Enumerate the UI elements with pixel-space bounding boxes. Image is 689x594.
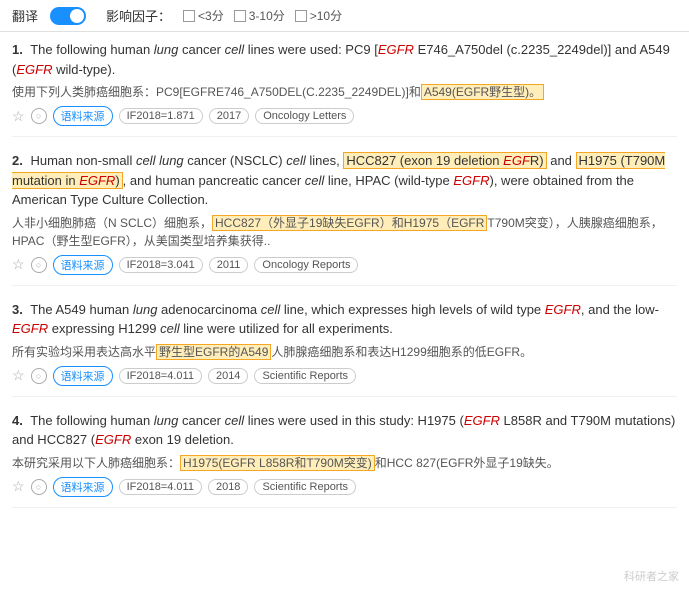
tag-journal-1[interactable]: Oncology Letters bbox=[255, 108, 354, 124]
result-3-tags: ☆ ○ 语料来源 IF2018=4.011 2014 Scientific Re… bbox=[12, 366, 677, 386]
result-3-en: 3. The A549 human lung adenocarcinoma ce… bbox=[12, 300, 677, 339]
egfr-red-4a: EGFR bbox=[464, 413, 500, 428]
toggle-knob bbox=[70, 9, 84, 23]
cell-italic-4: cell bbox=[225, 413, 245, 428]
filter-lt3-label: <3分 bbox=[198, 7, 224, 24]
star-icon-1[interactable]: ☆ bbox=[12, 108, 25, 125]
tag-year-3[interactable]: 2014 bbox=[208, 368, 248, 384]
filter-group: <3分 3-10分 >10分 bbox=[183, 7, 342, 24]
egfr-red-4b: EGFR bbox=[95, 432, 131, 447]
result-2-en: 2. Human non-small cell lung cancer (NSC… bbox=[12, 151, 677, 210]
lung-italic-4: lung bbox=[154, 413, 179, 428]
result-1-number: 1. bbox=[12, 42, 23, 57]
tag-journal-4[interactable]: Scientific Reports bbox=[254, 479, 356, 495]
egfr-red-2b: EGFR bbox=[79, 173, 115, 188]
highlight-2-cn: HCC827（外显子19缺失EGFR）和H1975（EGFR bbox=[212, 215, 487, 231]
cell-italic-2b: cell bbox=[305, 173, 325, 188]
result-item-1: 1. The following human lung cancer cell … bbox=[12, 40, 677, 137]
result-2-cn: 人非小细胞肺癌（N SCLC）细胞系，HCC827（外显子19缺失EGFR）和H… bbox=[12, 214, 677, 250]
star-icon-3[interactable]: ☆ bbox=[12, 367, 25, 384]
star-icon-2[interactable]: ☆ bbox=[12, 256, 25, 273]
tag-source-1[interactable]: 语料来源 bbox=[53, 106, 113, 126]
tag-source-3[interactable]: 语料来源 bbox=[53, 366, 113, 386]
highlight-2-en-a: HCC827 (exon 19 deletion EGFR) bbox=[343, 152, 546, 169]
result-4-tags: ☆ ○ 语料来源 IF2018=4.011 2018 Scientific Re… bbox=[12, 477, 677, 497]
influence-label: 影响因子： bbox=[106, 6, 171, 25]
translate-toggle[interactable] bbox=[50, 7, 86, 25]
watermark: 科研者之家 bbox=[624, 568, 679, 584]
highlight-2-en-b: H1975 (T790M mutation in EGFR) bbox=[12, 152, 665, 189]
highlight-3-cn: 野生型EGFR的A549 bbox=[156, 344, 271, 360]
result-2-number: 2. bbox=[12, 153, 23, 168]
result-4-cn: 本研究采用以下人肺癌细胞系：H1975(EGFR L858R和T790M突变)和… bbox=[12, 454, 677, 472]
translate-label: 翻译 bbox=[12, 6, 38, 25]
tag-if-2[interactable]: IF2018=3.041 bbox=[119, 257, 203, 273]
lung-italic-3: lung bbox=[133, 302, 158, 317]
tag-if-1[interactable]: IF2018=1.871 bbox=[119, 108, 203, 124]
result-1-en: 1. The following human lung cancer cell … bbox=[12, 40, 677, 79]
tag-source-4[interactable]: 语料来源 bbox=[53, 477, 113, 497]
result-item-3: 3. The A549 human lung adenocarcinoma ce… bbox=[12, 300, 677, 397]
tag-if-3[interactable]: IF2018=4.011 bbox=[119, 368, 202, 384]
cell-italic-2: cell bbox=[286, 153, 306, 168]
filter-3-10[interactable]: 3-10分 bbox=[234, 7, 285, 24]
tag-source-2[interactable]: 语料来源 bbox=[53, 255, 113, 275]
circle-icon-2[interactable]: ○ bbox=[31, 257, 47, 273]
egfr-red-3a: EGFR bbox=[545, 302, 581, 317]
filter-lt3-checkbox[interactable] bbox=[183, 10, 195, 22]
highlight-4-cn: H1975(EGFR L858R和T790M突变) bbox=[180, 455, 375, 471]
result-1-cn: 使用下列人类肺癌细胞系：PC9[EGFRE746_A750DEL(C.2235_… bbox=[12, 83, 677, 101]
result-3-number: 3. bbox=[12, 302, 23, 317]
cell-italic-3: cell bbox=[261, 302, 281, 317]
top-bar: 翻译 影响因子： <3分 3-10分 >10分 bbox=[0, 0, 689, 32]
highlight-1-cn: A549(EGFR野生型)。 bbox=[421, 84, 544, 100]
star-icon-4[interactable]: ☆ bbox=[12, 478, 25, 495]
result-1-tags: ☆ ○ 语料来源 IF2018=1.871 2017 Oncology Lett… bbox=[12, 106, 677, 126]
circle-icon-4[interactable]: ○ bbox=[31, 479, 47, 495]
filter-3-10-label: 3-10分 bbox=[249, 7, 285, 24]
result-2-tags: ☆ ○ 语料来源 IF2018=3.041 2011 Oncology Repo… bbox=[12, 255, 677, 275]
lung-italic-1: lung bbox=[154, 42, 179, 57]
tag-year-2[interactable]: 2011 bbox=[209, 257, 249, 273]
tag-journal-3[interactable]: Scientific Reports bbox=[254, 368, 356, 384]
cell-italic-3b: cell bbox=[160, 321, 180, 336]
circle-icon-3[interactable]: ○ bbox=[31, 368, 47, 384]
result-item-4: 4. The following human lung cancer cell … bbox=[12, 411, 677, 508]
result-4-number: 4. bbox=[12, 413, 23, 428]
egfr-red-2c: EGFR bbox=[453, 173, 489, 188]
result-4-en: 4. The following human lung cancer cell … bbox=[12, 411, 677, 450]
filter-3-10-checkbox[interactable] bbox=[234, 10, 246, 22]
filter-gt10-checkbox[interactable] bbox=[295, 10, 307, 22]
main-content: 1. The following human lung cancer cell … bbox=[0, 32, 689, 530]
egfr-red-1a: EGFR bbox=[378, 42, 414, 57]
filter-gt10-label: >10分 bbox=[310, 7, 342, 24]
egfr-red-1b: EGFR bbox=[16, 62, 52, 77]
filter-lt3[interactable]: <3分 bbox=[183, 7, 224, 24]
egfr-red-2a: EGF bbox=[503, 153, 530, 168]
tag-year-4[interactable]: 2018 bbox=[208, 479, 248, 495]
cell-italic-1: cell bbox=[225, 42, 245, 57]
filter-gt10[interactable]: >10分 bbox=[295, 7, 342, 24]
tag-if-4[interactable]: IF2018=4.011 bbox=[119, 479, 202, 495]
tag-journal-2[interactable]: Oncology Reports bbox=[254, 257, 358, 273]
circle-icon-1[interactable]: ○ bbox=[31, 108, 47, 124]
egfr-red-3b: EGFR bbox=[12, 321, 48, 336]
result-item-2: 2. Human non-small cell lung cancer (NSC… bbox=[12, 151, 677, 286]
tag-year-1[interactable]: 2017 bbox=[209, 108, 249, 124]
cell-lung-italic-2: cell lung bbox=[136, 153, 184, 168]
result-3-cn: 所有实验均采用表达高水平野生型EGFR的A549人肺腺癌细胞系和表达H1299细… bbox=[12, 343, 677, 361]
